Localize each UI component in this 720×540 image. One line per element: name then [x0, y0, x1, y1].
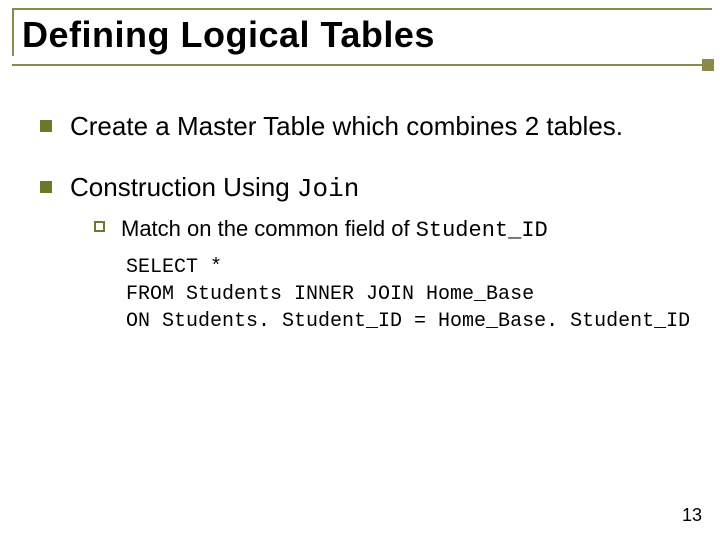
sub-bullet-1-text: Match on the common field of Student_ID	[121, 215, 548, 246]
slide: Defining Logical Tables Create a Master …	[0, 0, 720, 540]
bullet-2: Construction Using Join	[40, 171, 690, 206]
square-bullet-icon	[40, 120, 52, 132]
open-square-bullet-icon	[94, 221, 105, 232]
rule-top	[12, 8, 712, 10]
rule-side	[12, 8, 14, 56]
bullet-2-code: Join	[297, 174, 359, 204]
sub-code: Student_ID	[416, 218, 548, 243]
bullet-2-text: Construction Using Join	[70, 171, 359, 206]
square-bullet-icon	[40, 181, 52, 193]
rule-bottom-wrap	[12, 64, 712, 66]
sub-prefix: Match on the common field of	[121, 216, 416, 241]
slide-body: Create a Master Table which combines 2 t…	[40, 110, 690, 335]
sql-code-block: SELECT * FROM Students INNER JOIN Home_B…	[126, 254, 690, 335]
page-number: 13	[682, 505, 702, 526]
bullet-2-prefix: Construction Using	[70, 172, 297, 202]
sub-bullets: Match on the common field of Student_ID	[94, 215, 690, 246]
slide-title: Defining Logical Tables	[22, 14, 435, 56]
rule-bottom	[12, 64, 712, 66]
bullet-1-text: Create a Master Table which combines 2 t…	[70, 110, 623, 143]
bullet-1: Create a Master Table which combines 2 t…	[40, 110, 690, 143]
sub-bullet-1: Match on the common field of Student_ID	[94, 215, 690, 246]
